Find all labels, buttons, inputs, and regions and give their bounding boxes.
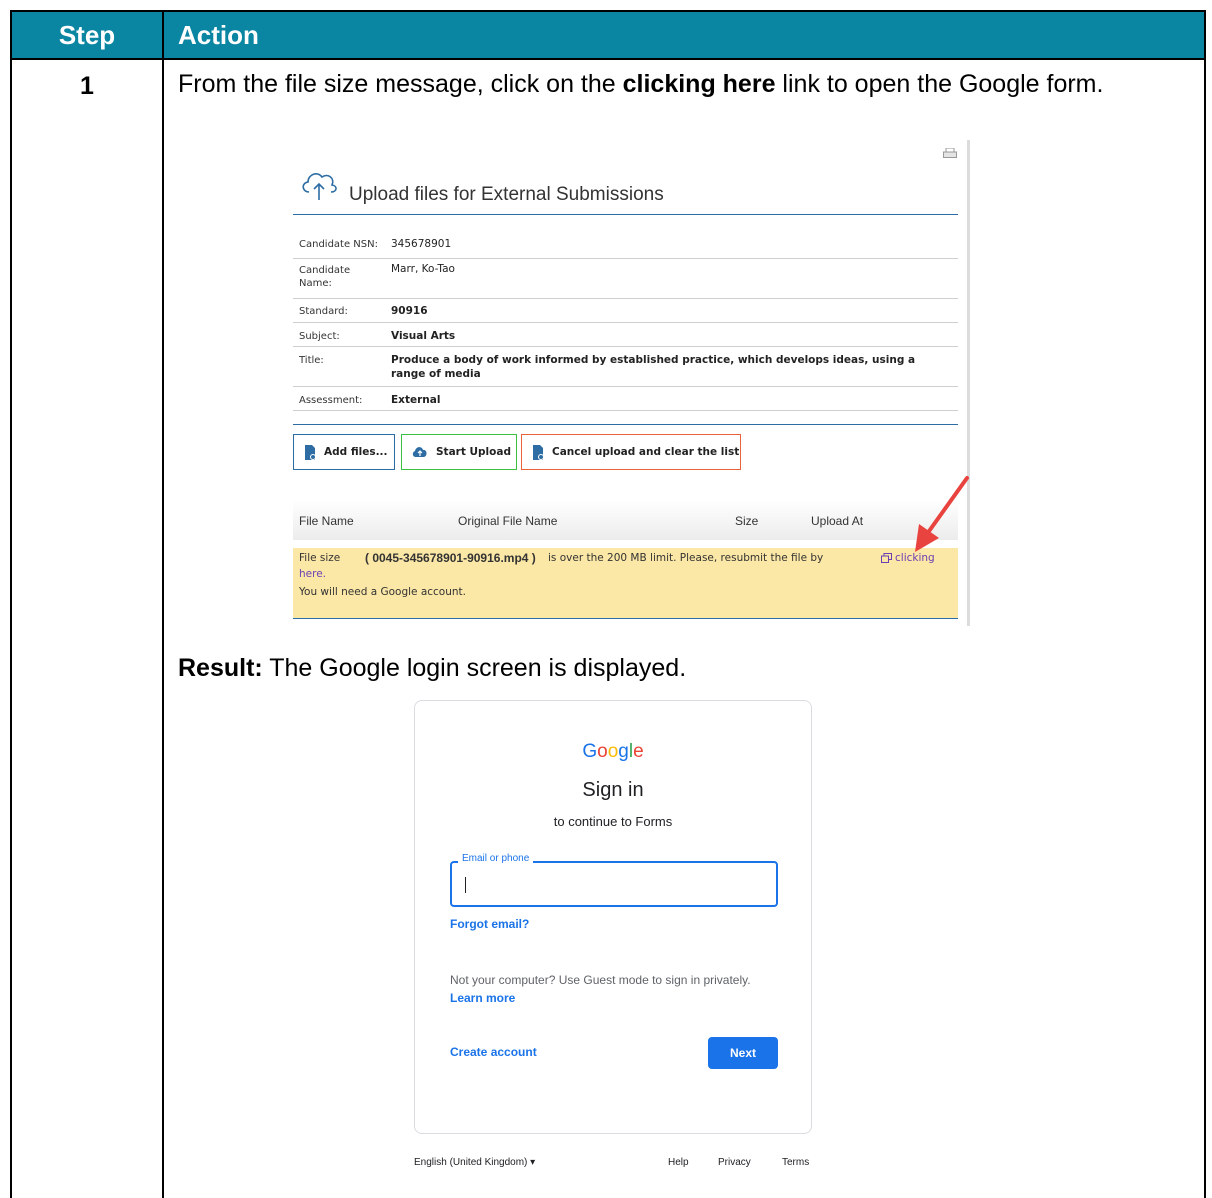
learn-more-link[interactable]: Learn more [450,991,515,1005]
divider [293,386,958,387]
create-account-link[interactable]: Create account [450,1045,537,1059]
warning-google-account: You will need a Google account. [299,586,466,598]
language-label: English (United Kingdom) [414,1157,528,1168]
field-label: Subject: [299,331,340,342]
field-value: Marr, Ko-Tao [391,263,455,275]
red-arrow-annotation [915,476,969,552]
field-value: 345678901 [391,238,452,250]
column-original-file-name[interactable]: Original File Name [458,514,557,528]
warning-middle: is over the 200 MB limit. Please, resubm… [548,552,824,564]
google-logo-letter: G [582,741,598,762]
header-action: Action [178,20,259,50]
google-logo-letter: e [633,741,644,762]
file-add-icon [305,444,316,460]
field-value: Visual Arts [391,330,456,342]
file-size-warning: File size ( 0045-345678901-90916.mp4 ) i… [293,548,958,618]
google-logo-letter: o [607,741,619,762]
add-files-button[interactable]: Add files... [293,434,395,470]
google-signin-card: Google Sign in to continue to Forms Emai… [414,700,812,1134]
field-value: 90916 [391,305,428,317]
forgot-email-link[interactable]: Forgot email? [450,917,529,931]
google-logo-letter: g [618,741,629,762]
email-field-label: Email or phone [458,853,534,864]
terms-link[interactable]: Terms [782,1157,809,1168]
field-value: Produce a body of work informed by estab… [391,354,916,380]
result-text: The Google login screen is displayed. [262,654,687,682]
cloud-icon [412,447,427,457]
google-logo-text: Google [582,741,643,762]
step-result: Result: The Google login screen is displ… [178,654,686,683]
divider [293,298,958,299]
google-logo-letter: o [597,741,608,762]
column-size[interactable]: Size [735,514,758,528]
external-link-icon[interactable] [881,553,892,563]
help-link[interactable]: Help [668,1157,689,1168]
column-file-name[interactable]: File Name [299,514,354,528]
field-label: Assessment: [299,395,363,406]
warning-filename: ( 0045-345678901-90916.mp4 ) [365,551,536,565]
divider [293,322,958,323]
cancel-upload-label: Cancel upload and clear the list [552,446,740,458]
instruction-post: link to open the Google form. [775,70,1104,98]
start-upload-label: Start Upload [436,446,511,458]
email-input[interactable] [462,873,766,897]
field-label: Title: [299,355,324,366]
field-value: External [391,394,441,406]
bottom-rule [293,618,958,619]
divider [293,346,958,347]
divider [293,410,958,411]
divider [293,258,958,259]
guest-mode-note: Not your computer? Use Guest mode to sig… [450,973,751,987]
header-step: Step [58,20,116,50]
warning-prefix: File size [299,552,341,564]
instruction-bold: clicking here [622,70,776,98]
upload-title: Upload files for External Submissions [349,184,664,205]
instruction-pre: From the file size message, click on the [178,70,623,98]
file-list-header: File Name Original File Name Size Upload… [293,500,958,540]
google-logo: Google [415,741,811,763]
column-upload-at[interactable]: Upload At [811,514,863,528]
clicking-here-link-cont[interactable]: here. [299,568,326,580]
privacy-link[interactable]: Privacy [718,1157,751,1168]
step-instruction: From the file size message, click on the… [178,70,1188,99]
printer-icon[interactable] [943,148,957,158]
field-label: Candidate Name: [299,265,351,289]
signin-title: Sign in [582,779,644,801]
table-header-row: Step Action [12,10,1204,60]
column-separator [162,10,164,1198]
section-rule [293,424,958,425]
field-label: Candidate NSN: [299,239,378,250]
language-selector[interactable]: English (United Kingdom) ▾ [414,1157,535,1168]
next-button[interactable]: Next [708,1037,778,1069]
step-number: 1 [80,72,94,100]
field-label: Standard: [299,306,348,317]
add-files-label: Add files... [324,446,388,458]
text-caret [465,877,466,893]
email-field[interactable] [450,861,778,907]
file-cancel-icon [533,444,544,460]
chevron-down-icon: ▾ [530,1157,536,1168]
upload-screenshot: Upload files for External Submissions Ca… [293,140,973,626]
result-label: Result: [178,654,263,682]
cancel-upload-button[interactable]: Cancel upload and clear the list [521,434,741,470]
cloud-upload-icon [302,173,337,200]
start-upload-button[interactable]: Start Upload [401,434,517,470]
signin-subtitle: to continue to Forms [553,814,673,829]
title-rule [293,214,958,215]
